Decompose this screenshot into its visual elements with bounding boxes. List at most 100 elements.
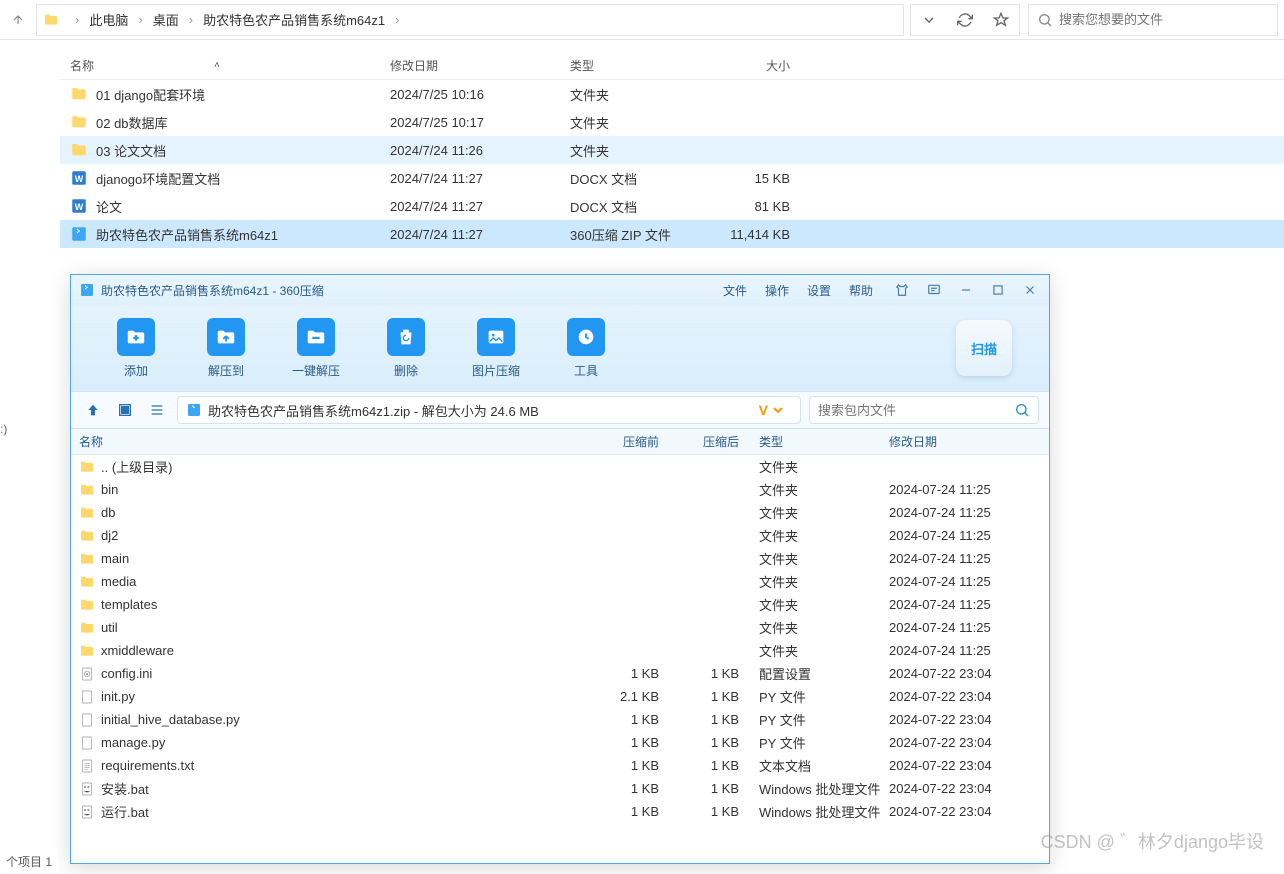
zip-item-after: 1 KB	[659, 666, 739, 681]
toolbar-label: 删除	[394, 362, 418, 379]
zheader-date[interactable]: 修改日期	[889, 433, 1049, 450]
header-date[interactable]: 修改日期	[390, 57, 570, 74]
filelist-header[interactable]: 名称˄ 修改日期 类型 大小	[60, 52, 1284, 80]
zip-item-type: 文件夹	[739, 641, 889, 660]
zip-row[interactable]: requirements.txt1 KB1 KB文本文档2024-07-22 2…	[71, 754, 1049, 777]
menu-settings[interactable]: 设置	[807, 282, 831, 299]
zip-item-name: db	[101, 505, 579, 520]
folder-icon	[79, 620, 95, 636]
toolbar-image-button[interactable]: 图片压缩	[451, 318, 541, 379]
close-icon[interactable]	[1019, 282, 1041, 298]
file-name: djanogo环境配置文档	[96, 169, 220, 188]
header-size[interactable]: 大小	[710, 57, 800, 74]
zip-row[interactable]: config.ini1 KB1 KB配置设置2024-07-22 23:04	[71, 662, 1049, 685]
search-input[interactable]	[1059, 12, 1269, 27]
list-view-icon[interactable]	[145, 398, 169, 422]
minimize-icon[interactable]	[955, 282, 977, 298]
maximize-icon[interactable]	[987, 282, 1009, 298]
statusbar: 个项目 1	[0, 849, 58, 874]
menu-operate[interactable]: 操作	[765, 282, 789, 299]
zip-item-date: 2024-07-24 11:25	[889, 620, 1049, 635]
file-icon	[79, 735, 95, 751]
plus-icon	[117, 318, 155, 356]
zip-row[interactable]: db文件夹2024-07-24 11:25	[71, 501, 1049, 524]
file-row[interactable]: 03 论文文档2024/7/24 11:26文件夹	[60, 136, 1284, 164]
toolbar-label: 一键解压	[292, 362, 340, 379]
breadcrumb-item[interactable]: 助农特色农产品销售系统m64z1	[203, 10, 385, 29]
zip-item-type: 文件夹	[739, 549, 889, 568]
select-all-icon[interactable]	[113, 398, 137, 422]
search-icon	[1014, 402, 1030, 418]
zheader-after[interactable]: 压缩后	[659, 433, 739, 450]
zip-row[interactable]: manage.py1 KB1 KBPY 文件2024-07-22 23:04	[71, 731, 1049, 754]
folder-icon	[79, 505, 95, 521]
toolbar-recycle-button[interactable]: 删除	[361, 318, 451, 379]
zip-row[interactable]: initial_hive_database.py1 KB1 KBPY 文件202…	[71, 708, 1049, 731]
zip-item-before: 2.1 KB	[579, 689, 659, 704]
file-icon	[79, 712, 95, 728]
file-row[interactable]: 02 db数据库2024/7/25 10:17文件夹	[60, 108, 1284, 136]
zip-item-name: bin	[101, 482, 579, 497]
toolbar-up-button[interactable]: 解压到	[181, 318, 271, 379]
feedback-icon[interactable]	[923, 282, 945, 298]
zip-item-name: util	[101, 620, 579, 635]
zip-row[interactable]: dj2文件夹2024-07-24 11:25	[71, 524, 1049, 547]
toolbar-label: 解压到	[208, 362, 244, 379]
zip-search-input[interactable]	[818, 403, 1014, 418]
scan-button[interactable]: 扫描	[949, 315, 1019, 381]
zip-item-name: templates	[101, 597, 579, 612]
nav-up-icon[interactable]	[6, 8, 30, 32]
file-row[interactable]: 助农特色农产品销售系统m64z12024/7/24 11:27360压缩 ZIP…	[60, 220, 1284, 248]
up-dir-icon[interactable]	[81, 398, 105, 422]
zip-row[interactable]: init.py2.1 KB1 KBPY 文件2024-07-22 23:04	[71, 685, 1049, 708]
search-box[interactable]	[1028, 4, 1278, 36]
file-date: 2024/7/25 10:16	[390, 87, 570, 102]
zip-item-date: 2024-07-24 11:25	[889, 643, 1049, 658]
file-date: 2024/7/24 11:27	[390, 171, 570, 186]
zip-titlebar[interactable]: 助农特色农产品销售系统m64z1 - 360压缩 文件 操作 设置 帮助	[71, 275, 1049, 305]
menu-file[interactable]: 文件	[723, 282, 747, 299]
dropdown-icon[interactable]	[911, 5, 947, 35]
zip-item-date: 2024-07-22 23:04	[889, 666, 1049, 681]
toolbar-minus-button[interactable]: 一键解压	[271, 318, 361, 379]
zip-row[interactable]: bin文件夹2024-07-24 11:25	[71, 478, 1049, 501]
breadcrumb-item[interactable]: 此电脑	[89, 10, 128, 29]
file-row[interactable]: W论文2024/7/24 11:27DOCX 文档81 KB	[60, 192, 1284, 220]
menu-help[interactable]: 帮助	[849, 282, 873, 299]
zip-item-type: 文件夹	[739, 503, 889, 522]
v-badge-icon[interactable]: V	[759, 402, 792, 418]
zip-row[interactable]: 安装.bat1 KB1 KBWindows 批处理文件2024-07-22 23…	[71, 777, 1049, 800]
star-icon[interactable]	[983, 5, 1019, 35]
zip-search-box[interactable]	[809, 396, 1039, 424]
file-row[interactable]: Wdjanogo环境配置文档2024/7/24 11:27DOCX 文档15 K…	[60, 164, 1284, 192]
skin-icon[interactable]	[891, 282, 913, 298]
toolbar-tool-button[interactable]: 工具	[541, 318, 631, 379]
header-name[interactable]: 名称	[70, 57, 94, 74]
zip-row[interactable]: media文件夹2024-07-24 11:25	[71, 570, 1049, 593]
zip-row[interactable]: .. (上级目录)文件夹	[71, 455, 1049, 478]
zheader-type[interactable]: 类型	[739, 433, 889, 450]
zip-item-before: 1 KB	[579, 712, 659, 727]
word-icon: W	[70, 169, 88, 187]
toolbar-plus-button[interactable]: 添加	[91, 318, 181, 379]
file-type: 文件夹	[570, 141, 710, 160]
zip-row[interactable]: main文件夹2024-07-24 11:25	[71, 547, 1049, 570]
zip-item-date: 2024-07-24 11:25	[889, 574, 1049, 589]
zheader-before[interactable]: 压缩前	[579, 433, 659, 450]
zip-row[interactable]: templates文件夹2024-07-24 11:25	[71, 593, 1049, 616]
zheader-name[interactable]: 名称	[79, 433, 579, 450]
zip-row[interactable]: util文件夹2024-07-24 11:25	[71, 616, 1049, 639]
zip-item-after: 1 KB	[659, 804, 739, 819]
zip-item-date: 2024-07-24 11:25	[889, 551, 1049, 566]
zip-item-name: manage.py	[101, 735, 579, 750]
zip-row[interactable]: 运行.bat1 KB1 KBWindows 批处理文件2024-07-22 23…	[71, 800, 1049, 823]
zip-item-type: PY 文件	[739, 687, 889, 706]
zip-list-header[interactable]: 名称 压缩前 压缩后 类型 修改日期	[71, 429, 1049, 455]
file-row[interactable]: 01 django配套环境2024/7/25 10:16文件夹	[60, 80, 1284, 108]
breadcrumb[interactable]: › 此电脑 › 桌面 › 助农特色农产品销售系统m64z1 ›	[36, 4, 904, 36]
zip-row[interactable]: xmiddleware文件夹2024-07-24 11:25	[71, 639, 1049, 662]
refresh-icon[interactable]	[947, 5, 983, 35]
header-type[interactable]: 类型	[570, 57, 710, 74]
zip-path-field[interactable]: 助农特色农产品销售系统m64z1.zip - 解包大小为 24.6 MB V	[177, 396, 801, 424]
breadcrumb-item[interactable]: 桌面	[153, 10, 179, 29]
